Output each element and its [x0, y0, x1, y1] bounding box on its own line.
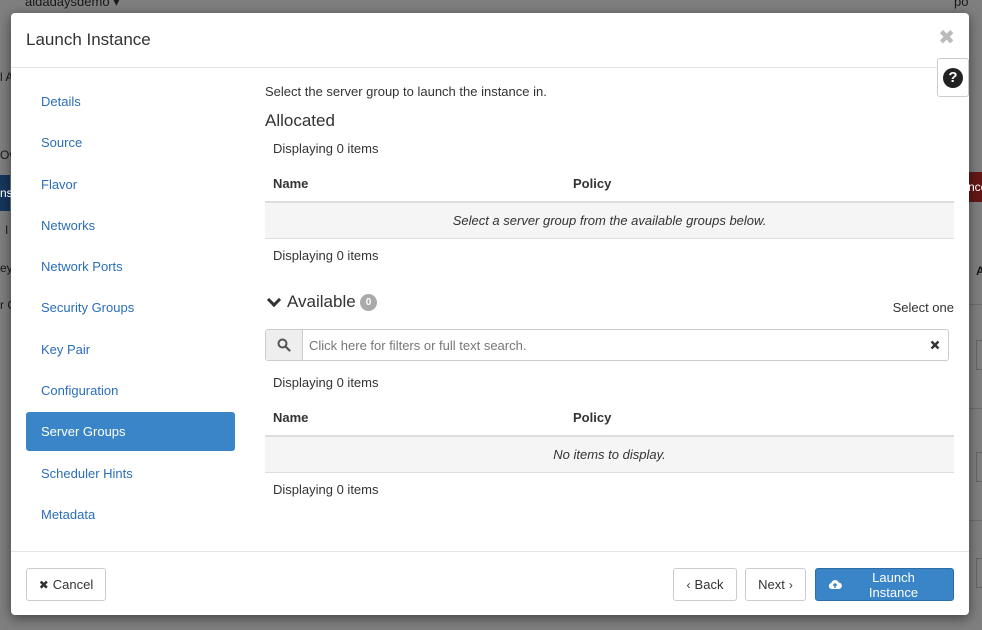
next-label: Next: [758, 577, 785, 592]
nav-item-details[interactable]: Details: [26, 82, 235, 121]
available-col-name[interactable]: Name: [273, 410, 308, 425]
bg-text: ns: [0, 186, 13, 200]
available-count-bottom: Displaying 0 items: [273, 482, 379, 497]
intro-text: Select the server group to launch the in…: [265, 84, 547, 99]
nav-item-configuration[interactable]: Configuration: [26, 371, 235, 410]
close-icon: ✖: [38, 577, 49, 592]
allocated-col-policy[interactable]: Policy: [573, 176, 611, 191]
bg-text: nce: [968, 180, 982, 194]
nav-item-server-groups[interactable]: Server Groups: [26, 412, 235, 452]
select-one-hint: Select one: [892, 300, 954, 315]
next-button[interactable]: Next ›: [745, 568, 806, 601]
available-heading: Available: [287, 292, 356, 311]
launch-label: Launch Instance: [868, 569, 919, 600]
available-col-policy[interactable]: Policy: [573, 410, 611, 425]
modal-body: Details Source Flavor Networks Network P…: [11, 68, 969, 552]
nav-item-key-pair[interactable]: Key Pair: [26, 330, 235, 369]
allocated-count-top: Displaying 0 items: [273, 141, 379, 156]
chevron-right-icon: ›: [788, 577, 793, 592]
clear-search-icon[interactable]: [922, 330, 948, 360]
modal-footer: ✖ Cancel ‹ Back Next › Launch Instance: [11, 551, 969, 615]
launch-instance-modal: Launch Instance ✖ Details Source Flavor …: [11, 13, 969, 615]
help-icon: ?: [943, 67, 963, 88]
help-button[interactable]: ?: [937, 58, 969, 97]
nav-item-metadata[interactable]: Metadata: [26, 495, 235, 534]
allocated-heading: Allocated: [265, 111, 335, 130]
back-button[interactable]: ‹ Back: [673, 568, 737, 601]
nav-item-security-groups[interactable]: Security Groups: [26, 288, 235, 327]
nav-item-source[interactable]: Source: [26, 123, 235, 162]
wizard-nav: Details Source Flavor Networks Network P…: [26, 82, 235, 536]
cloud-upload-icon: [828, 578, 842, 592]
cancel-button[interactable]: ✖ Cancel: [26, 568, 106, 601]
available-count-badge: 0: [359, 293, 378, 311]
launch-instance-button[interactable]: Launch Instance: [815, 568, 954, 601]
chevron-left-icon: ‹: [686, 577, 691, 592]
back-label: Back: [694, 577, 724, 592]
available-toggle[interactable]: Available 0: [265, 292, 378, 312]
nav-item-flavor[interactable]: Flavor: [26, 165, 235, 204]
modal-title: Launch Instance: [26, 30, 151, 49]
allocated-col-name[interactable]: Name: [273, 176, 308, 191]
nav-item-scheduler-hints[interactable]: Scheduler Hints: [26, 454, 235, 493]
available-count-top: Displaying 0 items: [273, 375, 379, 390]
search-bar: [265, 329, 949, 361]
search-input[interactable]: [303, 330, 922, 360]
nav-item-networks[interactable]: Networks: [26, 206, 235, 245]
search-icon: [266, 330, 303, 360]
modal-header: Launch Instance ✖: [11, 13, 969, 68]
chevron-down-icon: [266, 292, 282, 307]
nav-item-network-ports[interactable]: Network Ports: [26, 247, 235, 286]
cancel-label: Cancel: [52, 577, 94, 592]
available-empty-row: No items to display.: [265, 437, 954, 473]
allocated-empty-row: Select a server group from the available…: [265, 203, 954, 239]
allocated-count-bottom: Displaying 0 items: [273, 248, 379, 263]
close-icon[interactable]: ✖: [938, 25, 955, 50]
